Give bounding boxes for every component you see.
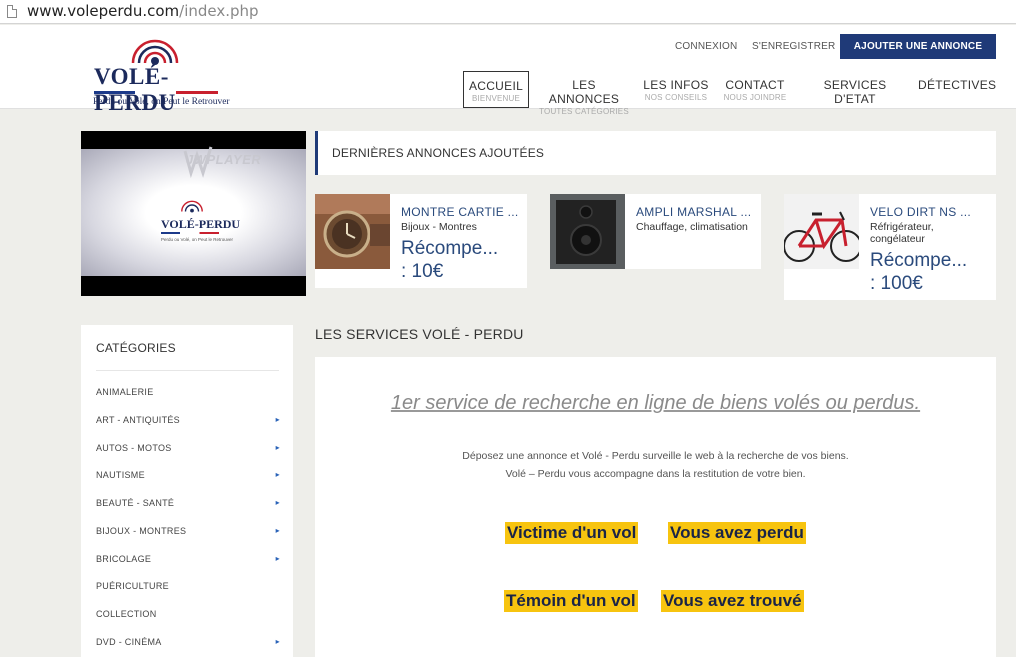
- chevron-right-icon[interactable]: ▸: [276, 526, 280, 535]
- register-link[interactable]: S'ENREGISTRER: [752, 41, 835, 52]
- chevron-right-icon[interactable]: ▸: [276, 415, 280, 424]
- ad-category: Bijoux - Montres: [401, 221, 477, 233]
- category-item[interactable]: ART - ANTIQUITÉS ▸: [96, 415, 280, 425]
- jwplayer-watermark: JWPLAYER: [186, 152, 262, 167]
- category-item[interactable]: DVD - CINÉMA ▸: [96, 637, 280, 647]
- chevron-right-icon[interactable]: ▸: [276, 470, 280, 479]
- category-item[interactable]: PUÉRICULTURE: [96, 581, 280, 591]
- chevron-right-icon[interactable]: ▸: [276, 443, 280, 452]
- services-panel: 1er service de recherche en ligne de bie…: [315, 357, 996, 657]
- services-desc-line1: Déposez une annonce et Volé - Perdu surv…: [462, 450, 849, 462]
- services-desc-line2: Volé – Perdu vous accompagne dans la res…: [505, 468, 806, 480]
- services-tagline: 1er service de recherche en ligne de bie…: [390, 392, 921, 414]
- ad-card-amp[interactable]: AMPLI MARSHAL ... Chauffage, climatisati…: [550, 194, 761, 269]
- ad-reward-amount: : 100€: [870, 273, 923, 294]
- you-found-button[interactable]: Vous avez trouvé: [661, 590, 804, 612]
- categories-heading: CATÉGORIES: [96, 341, 176, 355]
- chevron-right-icon[interactable]: ▸: [276, 498, 280, 507]
- page-icon: [7, 5, 17, 18]
- radar-waves-icon: [131, 39, 179, 65]
- category-item[interactable]: BRICOLAGE ▸: [96, 554, 280, 564]
- divider: [96, 370, 279, 371]
- nav-state-services[interactable]: SERVICES D'ETAT: [806, 71, 904, 108]
- site-logo[interactable]: VOLÉ-PERDU Perdu ou Volé, on Peut le Ret…: [90, 33, 230, 115]
- ad-category: Réfrigérateur, congélateur: [870, 221, 934, 245]
- latest-ads-header: DERNIÈRES ANNONCES AJOUTÉES: [315, 131, 996, 175]
- video-logo-waves-icon: [181, 200, 203, 213]
- logo-tagline: Perdu ou Volé, on Peut le Retrouver: [93, 97, 230, 107]
- category-item[interactable]: ANIMALERIE: [96, 387, 280, 397]
- amp-thumbnail[interactable]: [550, 194, 625, 269]
- bike-thumbnail[interactable]: [784, 194, 859, 269]
- add-ad-button[interactable]: AJOUTER UNE ANNONCE: [840, 34, 996, 59]
- ad-title[interactable]: VELO DIRT NS ...: [870, 205, 971, 219]
- victim-of-theft-button[interactable]: Victime d'un vol: [505, 522, 639, 544]
- ad-card-watch[interactable]: MONTRE CARTIE ... Bijoux - Montres Récom…: [315, 194, 527, 288]
- category-item[interactable]: BIJOUX - MONTRES ▸: [96, 526, 280, 536]
- ad-reward: Récompe...: [870, 250, 968, 271]
- category-item[interactable]: NAUTISME ▸: [96, 470, 280, 480]
- you-lost-button[interactable]: Vous avez perdu: [668, 522, 806, 544]
- video-brand: VOLÉ-PERDU: [161, 217, 241, 231]
- video-player[interactable]: JWPLAYER VOLÉ-PERDU Perdu ou Volé, on Pe…: [81, 131, 306, 296]
- nav-contact[interactable]: CONTACT NOUS JOINDRE: [722, 71, 788, 108]
- site-header: VOLÉ-PERDU Perdu ou Volé, on Peut le Ret…: [0, 25, 1016, 116]
- browser-address-bar[interactable]: www.voleperdu.com/index.php: [0, 0, 1016, 24]
- theft-witness-button[interactable]: Témoin d'un vol: [504, 590, 638, 612]
- logo-tricolor-line: [94, 91, 218, 94]
- services-title: LES SERVICES VOLÉ - PERDU: [315, 326, 524, 342]
- url-text[interactable]: www.voleperdu.com/index.php: [27, 2, 259, 20]
- ad-category: Chauffage, climatisation: [636, 221, 748, 233]
- nav-home[interactable]: ACCUEIL BIENVENUE: [463, 71, 529, 108]
- ad-title[interactable]: AMPLI MARSHAL ...: [636, 205, 751, 219]
- nav-ads[interactable]: LES ANNONCES TOUTES CATÉGORIES: [538, 71, 630, 116]
- latest-ads-heading: DERNIÈRES ANNONCES AJOUTÉES: [332, 146, 545, 160]
- chevron-right-icon[interactable]: ▸: [276, 637, 280, 646]
- video-screen: JWPLAYER VOLÉ-PERDU Perdu ou Volé, on Pe…: [81, 146, 306, 276]
- video-tricolor-line: [161, 232, 219, 234]
- chevron-right-icon[interactable]: ▸: [276, 554, 280, 563]
- watch-thumbnail[interactable]: [315, 194, 390, 269]
- video-subtitle: Perdu ou Volé, on Peut le Retrouver: [161, 237, 234, 242]
- ad-reward-amount: : 10€: [401, 261, 444, 282]
- ad-card-bike[interactable]: VELO DIRT NS ... Réfrigérateur, congélat…: [784, 194, 996, 300]
- category-item[interactable]: AUTOS - MOTOS ▸: [96, 443, 280, 453]
- nav-infos[interactable]: LES INFOS NOS CONSEILS: [643, 71, 709, 108]
- ad-reward: Récompe...: [401, 238, 499, 259]
- login-link[interactable]: CONNEXION: [675, 41, 737, 52]
- category-item[interactable]: BEAUTÉ - SANTÉ ▸: [96, 498, 280, 508]
- categories-sidebar: CATÉGORIES ANIMALERIE ART - ANTIQUITÉS ▸ …: [81, 325, 293, 657]
- logo-brand: VOLÉ-PERDU: [94, 64, 176, 115]
- ad-title[interactable]: MONTRE CARTIE ...: [401, 205, 519, 219]
- category-item[interactable]: COLLECTION: [96, 609, 280, 619]
- nav-detectives[interactable]: DÉTECTIVES: [918, 71, 996, 108]
